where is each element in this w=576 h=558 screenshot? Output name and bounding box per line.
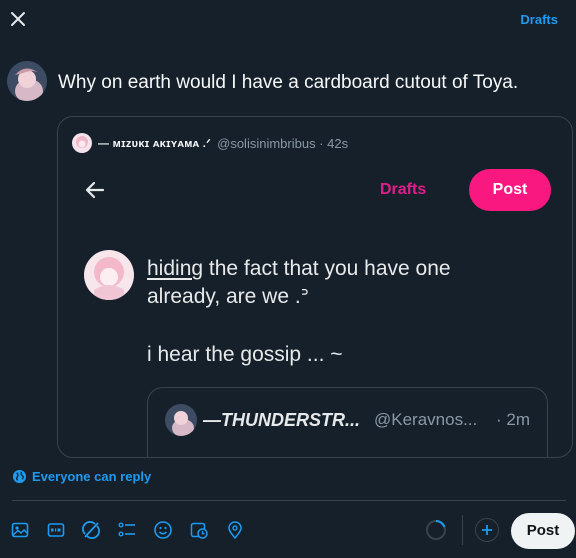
inner-author-name: —THUNDERSTR... <box>203 410 360 430</box>
screenshot-avatar <box>84 250 134 300</box>
poll-icon <box>118 522 135 537</box>
post-button[interactable]: Post <box>511 513 575 549</box>
add-emoji-button[interactable] <box>153 520 173 540</box>
grok-icon <box>82 521 100 539</box>
line-1-rest: the fact that you have one <box>203 257 451 280</box>
screenshot-drafts-label: Drafts <box>380 181 427 198</box>
tag-location-button[interactable] <box>225 520 245 540</box>
inner-author-handle: @Keravnos... <box>374 410 478 429</box>
quote-card[interactable]: — ᴍɪᴢᴜᴋɪ ᴀᴋɪʏᴀᴍᴀ .ᐟ @solisinimbribus · 4… <box>57 116 573 458</box>
screenshot-text-line-3: i hear the gossip ... ~ <box>147 343 343 366</box>
location-icon <box>228 521 242 540</box>
quote-author-name: — ᴍɪᴢᴜᴋɪ ᴀᴋɪʏᴀᴍᴀ .ᐟ <box>98 137 212 150</box>
back-arrow-icon <box>85 181 105 199</box>
quoted-screenshot: Drafts Post hiding the fact that you hav… <box>58 163 572 458</box>
screenshot-text-line-2: already, are we .ᐣ <box>147 285 309 308</box>
emoji-icon <box>154 521 172 539</box>
plus-icon <box>482 525 492 535</box>
inner-timestamp: · 2m <box>496 410 530 429</box>
inner-avatar <box>165 404 197 436</box>
composer-text[interactable]: Why on earth would I have a cardboard cu… <box>58 72 518 94</box>
schedule-icon <box>190 522 208 539</box>
avatar[interactable] <box>7 61 47 101</box>
globe-icon <box>12 469 27 484</box>
grok-button[interactable] <box>81 520 101 540</box>
top-bar: Drafts <box>0 0 576 40</box>
image-icon <box>11 522 29 538</box>
close-button[interactable] <box>6 7 30 31</box>
inner-quote-card: —THUNDERSTR... @Keravnos... · 2m <box>147 387 548 458</box>
divider <box>12 500 566 501</box>
screenshot-post-button: Post <box>469 169 551 211</box>
add-gif-button[interactable] <box>46 520 66 540</box>
add-post-button[interactable] <box>475 518 499 542</box>
screenshot-text-line-1: hiding the fact that you have one <box>147 257 451 281</box>
faded-content <box>188 456 418 458</box>
add-media-button[interactable] <box>10 520 30 540</box>
underlined-word: hiding <box>147 257 204 280</box>
add-poll-button[interactable] <box>117 520 137 540</box>
schedule-button[interactable] <box>189 520 209 540</box>
quote-author-handle: @solisinimbribus · 42s <box>217 135 349 151</box>
quote-header: — ᴍɪᴢᴜᴋɪ ᴀᴋɪʏᴀᴍᴀ .ᐟ @solisinimbribus · 4… <box>72 132 348 154</box>
quote-avatar <box>72 133 92 153</box>
reply-setting-label: Everyone can reply <box>32 469 152 484</box>
reply-setting-button[interactable]: Everyone can reply <box>12 469 151 484</box>
composer-toolbar: Post <box>0 512 576 552</box>
toolbar-separator <box>462 515 463 545</box>
close-icon <box>11 12 25 26</box>
gif-icon <box>47 523 65 537</box>
drafts-button[interactable]: Drafts <box>520 12 558 27</box>
character-progress-ring <box>426 519 446 540</box>
